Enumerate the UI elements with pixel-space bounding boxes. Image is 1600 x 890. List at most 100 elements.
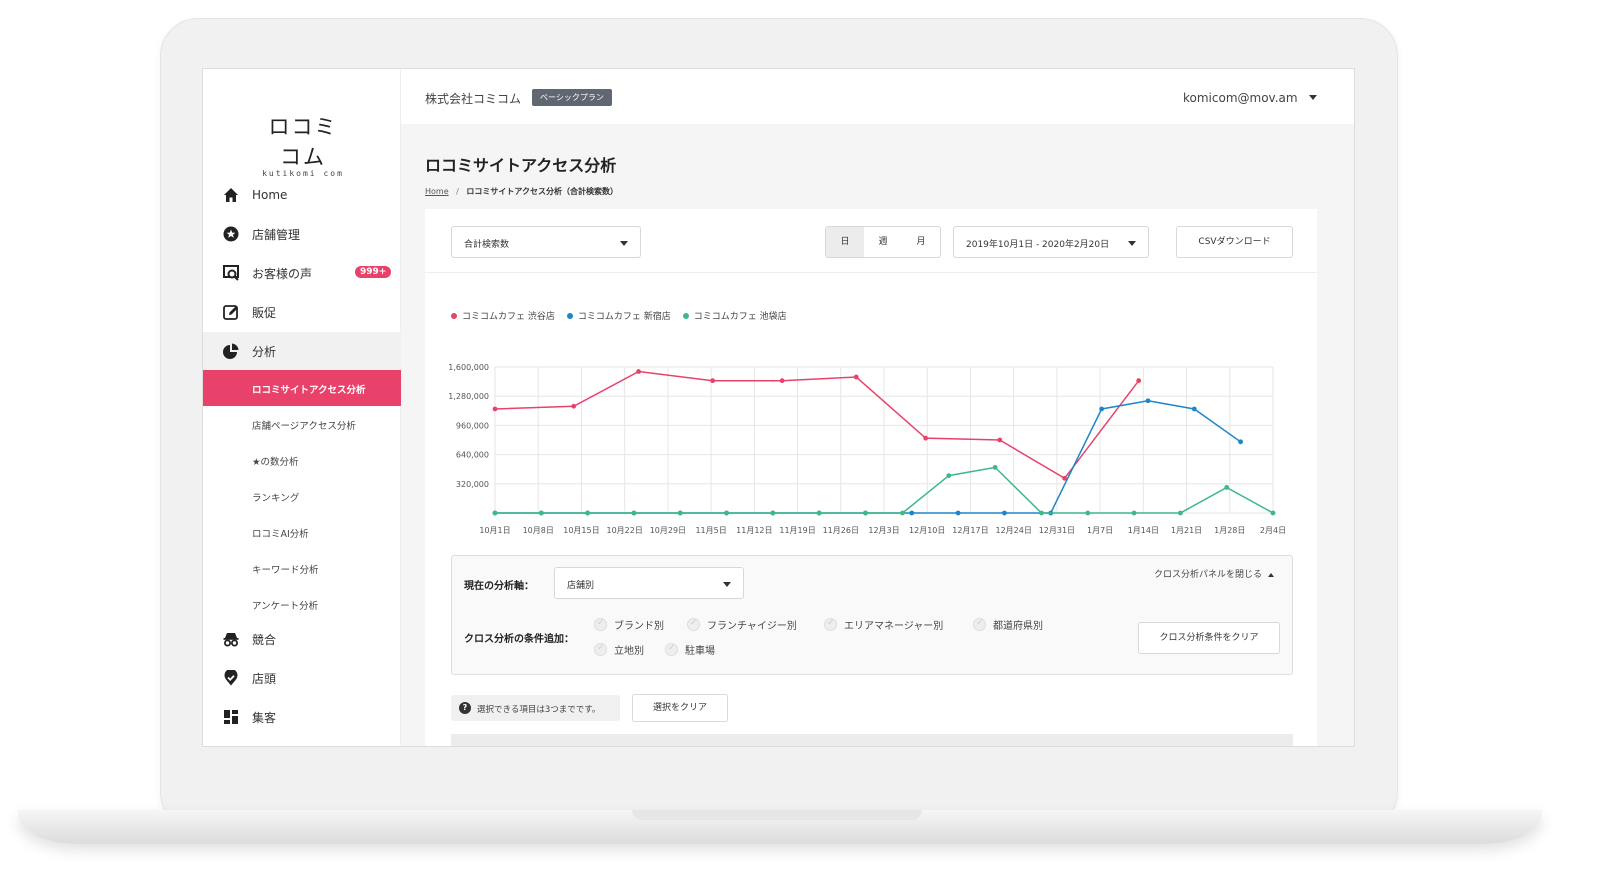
axis-select-value: 店舗別 — [567, 581, 595, 591]
subnav-star-count[interactable]: ★の数分析 — [203, 442, 401, 478]
x-tick-label: 10月15日 — [563, 526, 599, 535]
date-range-select[interactable]: 2019年10月1日 - 2020年2月20日 — [953, 226, 1149, 258]
user-menu-caret-icon[interactable] — [1309, 95, 1317, 100]
option-label: フランチャイジー別 — [707, 621, 797, 632]
laptop-notch — [632, 810, 922, 820]
metric-select[interactable]: 合計検索数 — [451, 226, 641, 258]
x-tick-label: 1月21日 — [1171, 526, 1202, 535]
axis-label: 現在の分析軸： — [464, 581, 534, 592]
check-icon — [687, 618, 700, 631]
check-icon — [665, 643, 678, 656]
sidebar-item-competitors[interactable]: 競合 — [203, 620, 401, 658]
option-area-manager[interactable]: エリアマネージャー別 — [824, 617, 943, 632]
page-title: ロコミサイトアクセス分析 — [425, 156, 617, 175]
data-point — [492, 406, 498, 412]
axis-select[interactable]: 店舗別 — [554, 567, 744, 599]
hint-text: 選択できる項目は3つまでです。 — [477, 705, 601, 715]
subnav-ai-analysis[interactable]: ロコミAI分析 — [203, 514, 401, 550]
check-icon — [973, 618, 986, 631]
clear-selection-button[interactable]: 選択をクリア — [632, 694, 728, 722]
y-tick-label: 1,280,000 — [448, 392, 489, 401]
subnav-keyword[interactable]: キーワード分析 — [203, 550, 401, 586]
period-week-button[interactable]: 週 — [864, 227, 902, 257]
legend-label: コミコムカフェ 新宿店 — [577, 312, 671, 322]
chevron-up-icon — [1268, 572, 1275, 577]
data-point — [631, 510, 637, 516]
data-point — [909, 510, 915, 516]
sidebar-item-label: 店舗管理 — [252, 227, 301, 242]
review-icon — [223, 265, 239, 281]
data-point — [997, 437, 1003, 443]
location-icon — [224, 670, 238, 686]
line-chart: 1,600,000 1,280,000 960,000 640,000 320,000 1… — [448, 363, 1286, 535]
legend-item[interactable]: コミコムカフェ 渋谷店 — [451, 309, 555, 322]
user-email[interactable]: komicom@mov.am — [1183, 91, 1298, 105]
legend-dot — [566, 312, 573, 319]
sidebar-item-label: 競合 — [252, 632, 277, 647]
sidebar-item-label: 分析 — [252, 344, 277, 359]
sidebar-item-label: Home — [252, 188, 288, 202]
series-line — [495, 400, 1242, 514]
csv-download-button[interactable]: CSVダウンロード — [1176, 226, 1293, 258]
subnav-site-access[interactable]: ロコミサイトアクセス分析 — [203, 370, 401, 406]
sidebar-item-label: 店頭 — [252, 671, 277, 686]
data-point — [492, 510, 498, 516]
sidebar-item-reviews[interactable]: お客様の声 999+ — [203, 254, 401, 292]
sidebar-item-promotion[interactable]: 販促 — [203, 293, 401, 331]
option-franchisee[interactable]: フランチャイジー別 — [687, 617, 797, 632]
sidebar-item-store[interactable]: 店舗管理 — [203, 215, 401, 253]
chevron-down-icon — [723, 582, 731, 587]
analysis-card: 合計検索数 日 週 月 2019年10月1日 - 2020年2月20日 CSVダ… — [425, 209, 1317, 746]
legend-label: コミコムカフェ 池袋店 — [693, 312, 787, 322]
x-tick-label: 2月4日 — [1260, 526, 1286, 535]
data-point — [955, 510, 961, 516]
sidebar-item-analysis[interactable]: 分析 — [203, 332, 401, 370]
subnav-store-page-access[interactable]: 店舗ページアクセス分析 — [203, 406, 401, 442]
sidebar: ロコミコム kutikomi com Home 店舗管理 お客様の声 999+ … — [203, 69, 401, 746]
option-parking[interactable]: 駐車場 — [665, 642, 715, 657]
sidebar-item-storefront[interactable]: 店頭 — [203, 659, 401, 697]
data-point — [585, 510, 591, 516]
data-point — [1136, 378, 1142, 384]
data-point — [853, 374, 859, 380]
subnav-survey[interactable]: アンケート分析 — [203, 586, 401, 622]
option-prefecture[interactable]: 都道府県別 — [973, 617, 1043, 632]
legend-dot — [682, 312, 689, 319]
subnav-ranking[interactable]: ランキング — [203, 478, 401, 514]
close-panel-label: クロス分析パネルを閉じる — [1154, 570, 1263, 580]
pie-chart-icon — [223, 343, 239, 359]
period-day-button[interactable]: 日 — [826, 227, 864, 257]
x-tick-label: 1月14日 — [1128, 526, 1159, 535]
legend-item[interactable]: コミコムカフェ 新宿店 — [566, 309, 671, 322]
sidebar-item-attract[interactable]: 集客 — [203, 698, 401, 736]
spy-icon — [223, 633, 239, 647]
data-point — [1177, 510, 1183, 516]
cross-analysis-panel: 現在の分析軸： 店舗別 クロス分析パネルを閉じる クロス分析の条件追加： ブラン… — [451, 555, 1293, 675]
data-point — [779, 378, 785, 384]
close-panel-button[interactable]: クロス分析パネルを閉じる — [1154, 567, 1275, 580]
data-point — [863, 510, 868, 516]
period-month-button[interactable]: 月 — [902, 227, 940, 257]
data-point — [1191, 406, 1197, 412]
plan-badge: ベーシックプラン — [532, 89, 612, 106]
option-label: 立地別 — [614, 646, 644, 657]
check-icon — [594, 643, 607, 656]
breadcrumb-home-link[interactable]: Home — [425, 187, 449, 196]
breadcrumb-current: ロコミサイトアクセス分析（合計検索数） — [466, 187, 619, 196]
sidebar-item-home[interactable]: Home — [203, 176, 401, 214]
data-point — [946, 473, 952, 478]
x-tick-label: 11月12日 — [736, 526, 772, 535]
clear-cross-button[interactable]: クロス分析条件をクリア — [1138, 622, 1280, 654]
data-point — [677, 510, 683, 516]
top-header: 株式会社コミコム ベーシックプラン komicom@mov.am — [401, 69, 1354, 124]
option-location[interactable]: 立地別 — [594, 642, 644, 657]
legend-dot — [451, 312, 457, 319]
data-point — [992, 464, 998, 470]
dashboard-icon — [224, 710, 238, 724]
screen: ロコミコム kutikomi com Home 店舗管理 お客様の声 999+ … — [202, 68, 1355, 747]
question-icon: ? — [459, 702, 471, 714]
legend-item[interactable]: コミコムカフェ 池袋店 — [682, 309, 787, 322]
subnav-label: ランキング — [252, 493, 300, 504]
option-brand[interactable]: ブランド別 — [594, 617, 664, 632]
logo[interactable]: ロコミコム kutikomi com — [261, 111, 345, 178]
